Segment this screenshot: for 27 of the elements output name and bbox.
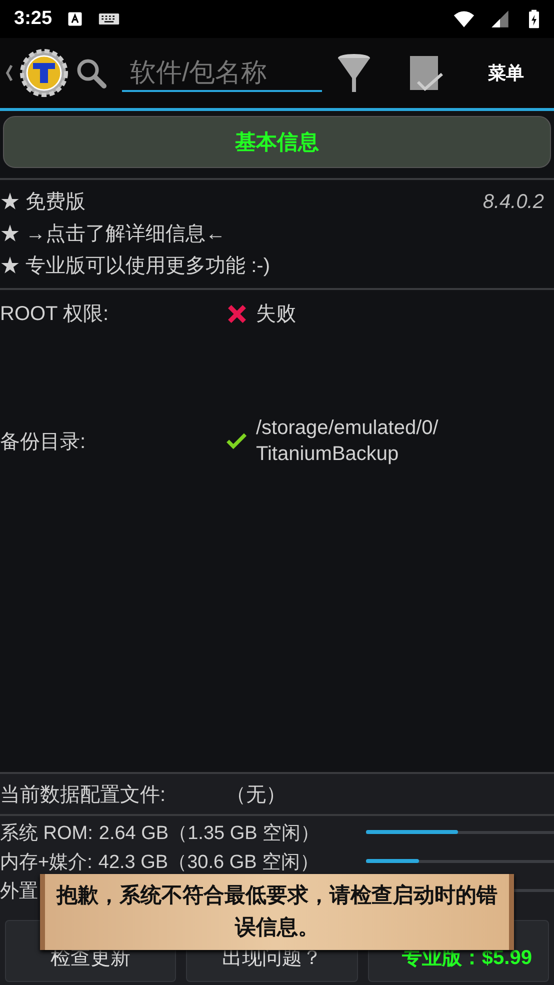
info-line[interactable]: ★ 专业版可以使用更多功能 :-)	[0, 250, 483, 282]
storage-label: 内存+媒介:	[0, 850, 92, 874]
storage-label: 系统 ROM:	[0, 822, 93, 846]
status-value: TitaniumBackup	[256, 442, 400, 467]
status-value: /storage/emulated/0/	[256, 416, 438, 441]
info-line[interactable]: ★ →点击了解详细信息←	[0, 218, 483, 250]
wifi-icon	[452, 8, 476, 30]
status-value: 失败	[256, 302, 296, 326]
info-line[interactable]: ★ 免费版	[0, 186, 483, 218]
funnel-icon[interactable]	[336, 52, 372, 94]
storage-value: 2.64 GB（1.35 GB 空闲）	[98, 822, 320, 846]
error-toast: 抱歉，系统不符合最低要求，请检查启动时的错误信息。	[40, 874, 514, 950]
storage-value: 42.3 GB（30.6 GB 空闲）	[98, 850, 320, 874]
signal-icon	[490, 9, 510, 29]
storage-label: 外置	[0, 880, 38, 904]
version-text: 8.4.0.2	[482, 190, 544, 215]
notification-icon	[66, 10, 84, 28]
status-label: ROOT 权限:	[0, 302, 110, 327]
info-tab[interactable]: 基本信息	[3, 116, 551, 168]
gear-logo-icon[interactable]	[20, 49, 68, 97]
profile-value: （无）	[226, 782, 286, 808]
clock-time: 3:25	[14, 8, 52, 30]
status-label: 备份目录:	[0, 430, 87, 454]
checkbox-icon[interactable]	[408, 54, 444, 92]
menu-button[interactable]: 菜单	[482, 60, 530, 86]
search-field[interactable]: 软件/包名称	[122, 54, 322, 92]
profile-label: 当前数据配置文件:	[0, 782, 167, 808]
